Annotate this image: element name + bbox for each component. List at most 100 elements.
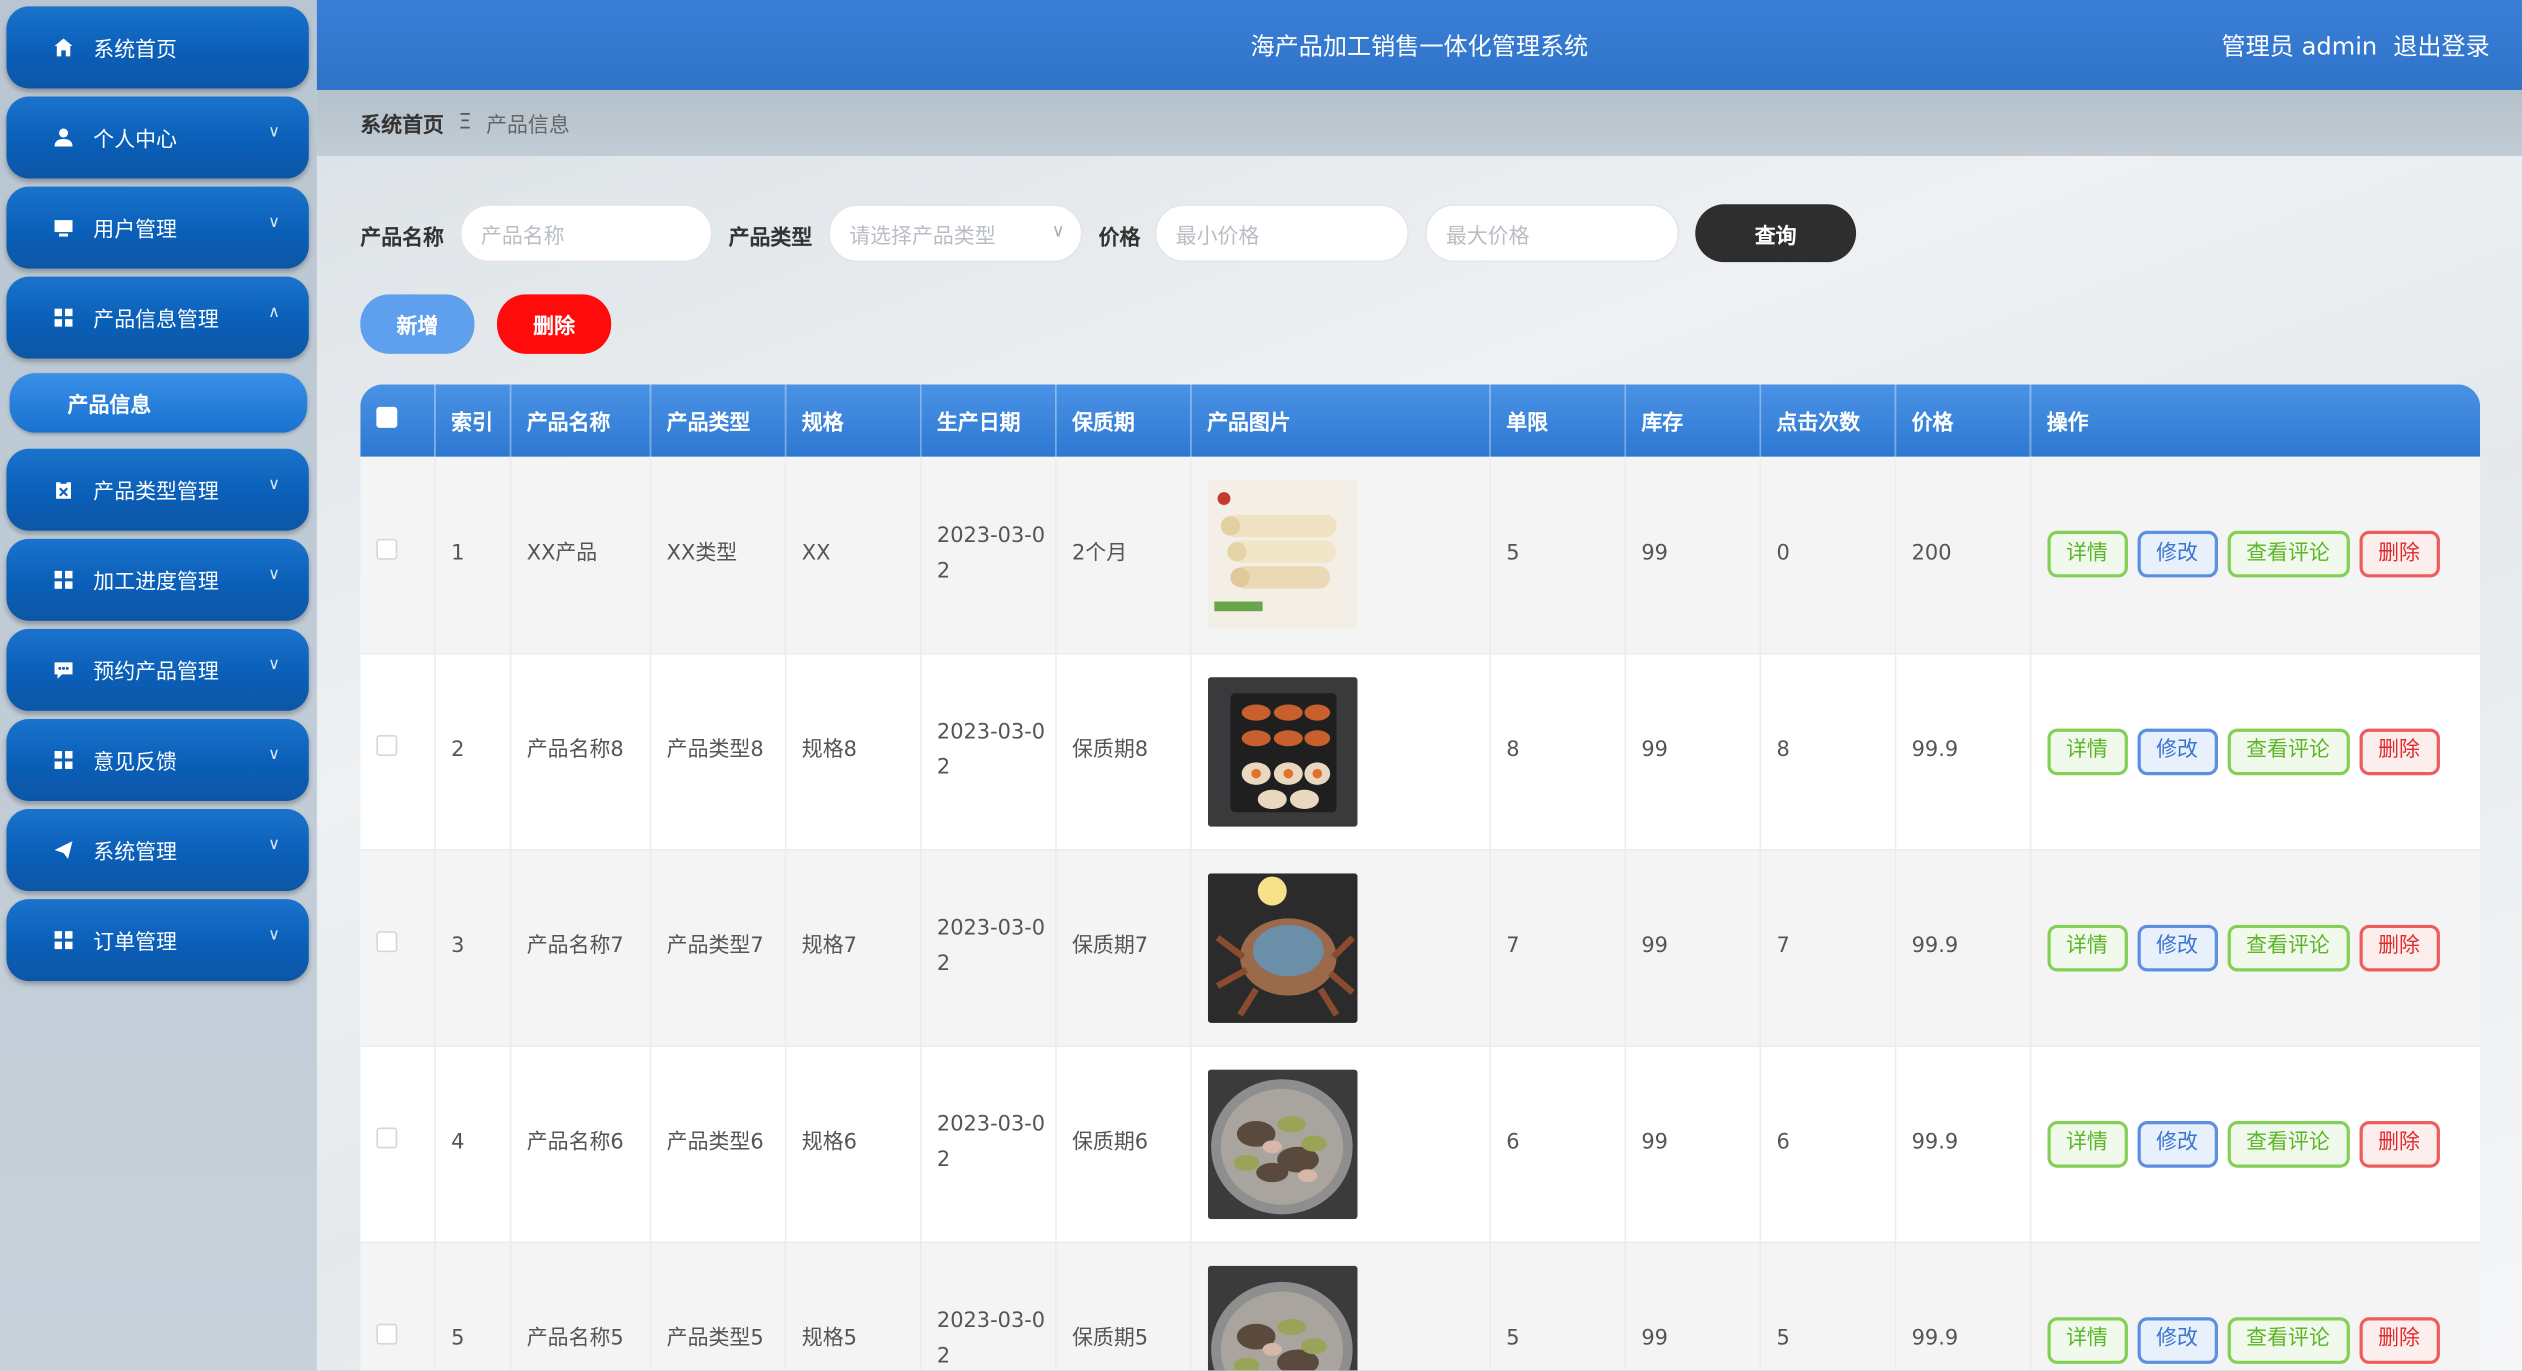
min-price-input[interactable]: 最小价格 xyxy=(1154,204,1409,263)
delete-row-button[interactable]: 删除 xyxy=(2358,1316,2440,1364)
sidebar-item-system-management[interactable]: 系统管理 ∨ xyxy=(6,809,309,892)
edit-button[interactable]: 修改 xyxy=(2136,924,2218,971)
cell-product-image xyxy=(1190,1241,1491,1371)
cell-price: 200 xyxy=(1894,456,2031,654)
cell-operations: 详情 修改 查看评论 删除 xyxy=(2029,456,2481,654)
cell-index: 3 xyxy=(434,849,511,1047)
detail-button[interactable]: 详情 xyxy=(2046,531,2128,578)
cell-index: 5 xyxy=(434,1241,511,1371)
view-reviews-button[interactable]: 查看评论 xyxy=(2226,1120,2350,1167)
detail-button[interactable]: 详情 xyxy=(2046,1120,2128,1167)
edit-button[interactable]: 修改 xyxy=(2136,1316,2218,1364)
sidebar-subitem-product-info[interactable]: 产品信息 xyxy=(9,373,308,433)
view-reviews-button[interactable]: 查看评论 xyxy=(2226,727,2350,775)
cell-shelf-life: 2个月 xyxy=(1055,456,1192,654)
sidebar-item-order-management[interactable]: 订单管理 ∨ xyxy=(6,899,309,982)
sidebar-item-reservation[interactable]: 预约产品管理 ∨ xyxy=(6,628,309,711)
chevron-up-icon: ∧ xyxy=(268,303,280,322)
table-row: 1 XX产品 XX类型 XX 2023-03-02 2个月 5 99 0 200 详情 修改 查看评论删… xyxy=(360,456,2481,654)
cell-product-name: XX产品 xyxy=(509,456,651,654)
column-header: 保质期 xyxy=(1055,384,1192,457)
row-checkbox[interactable] xyxy=(376,735,398,756)
sidebar-item-label: 系统管理 xyxy=(93,841,177,866)
cell-price: 99.9 xyxy=(1894,1045,2031,1243)
row-checkbox[interactable] xyxy=(376,538,398,560)
cell-stock: 99 xyxy=(1624,456,1761,654)
sidebar-item-label: 产品类型管理 xyxy=(93,480,219,506)
delete-row-button[interactable]: 删除 xyxy=(2358,924,2440,971)
edit-button[interactable]: 修改 xyxy=(2136,531,2218,578)
cell-product-name: 产品名称7 xyxy=(509,849,651,1047)
current-user: 管理员 admin xyxy=(2221,32,2378,62)
sidebar-item-product-type-management[interactable]: 产品类型管理 ∨ xyxy=(6,448,309,531)
sidebar-item-feedback[interactable]: 意见反馈 ∨ xyxy=(6,718,309,801)
view-reviews-button[interactable]: 查看评论 xyxy=(2226,531,2350,578)
cell-clicks: 0 xyxy=(1759,456,1896,654)
cell-limit: 5 xyxy=(1489,456,1626,654)
cell-clicks: 8 xyxy=(1759,653,1896,851)
batch-delete-button[interactable]: 删除 xyxy=(496,294,612,354)
app-title: 海产品加工销售一体化管理系统 xyxy=(1250,32,1589,62)
cell-stock: 99 xyxy=(1624,653,1761,851)
cell-limit: 5 xyxy=(1489,1241,1626,1371)
cell-operations: 详情 修改 查看评论 删除 xyxy=(2029,1241,2481,1371)
add-button[interactable]: 新增 xyxy=(360,294,475,354)
select-all-cell xyxy=(360,384,436,457)
cell-shelf-life: 保质期7 xyxy=(1055,849,1192,1047)
product-image xyxy=(1207,479,1357,630)
cell-limit: 6 xyxy=(1489,1045,1626,1243)
delete-row-button[interactable]: 删除 xyxy=(2358,727,2440,775)
product-name-placeholder: 产品名称 xyxy=(480,224,565,249)
view-reviews-button[interactable]: 查看评论 xyxy=(2226,1316,2350,1364)
min-price-placeholder: 最小价格 xyxy=(1175,224,1260,249)
delete-row-button[interactable]: 删除 xyxy=(2358,531,2440,578)
chevron-down-icon: ∨ xyxy=(268,836,280,855)
cell-limit: 8 xyxy=(1489,653,1626,851)
cell-clicks: 6 xyxy=(1759,1045,1896,1243)
detail-button[interactable]: 详情 xyxy=(2046,924,2128,971)
max-price-input[interactable]: 最大价格 xyxy=(1425,204,1680,263)
sidebar-item-label: 系统首页 xyxy=(93,38,177,63)
product-type-select[interactable]: 请选择产品类型 ∨ xyxy=(828,204,1083,263)
sidebar-item-user-management[interactable]: 用户管理 ∨ xyxy=(6,186,309,269)
cell-index: 4 xyxy=(434,1045,511,1243)
column-header: 索引 xyxy=(434,384,511,457)
cell-product-image xyxy=(1190,1045,1491,1243)
cell-product-type: 产品类型8 xyxy=(649,653,786,851)
row-checkbox[interactable] xyxy=(376,1323,398,1345)
cell-product-type: XX类型 xyxy=(649,456,786,654)
sidebar-item-product-info-management[interactable]: 产品信息管理 ∧ xyxy=(6,276,309,359)
cell-index: 2 xyxy=(434,653,511,851)
home-icon xyxy=(51,36,74,59)
table-row: 3 产品名称7 产品类型7 规格7 2023-03-02 保质期7 7 99 7 99.9 详情 修改… xyxy=(360,849,2481,1047)
delete-row-button[interactable]: 删除 xyxy=(2358,1120,2440,1167)
sidebar-item-personal-center[interactable]: 个人中心 ∨ xyxy=(6,96,309,179)
cell-spec: 规格5 xyxy=(784,1241,921,1371)
breadcrumb-home[interactable]: 系统首页 xyxy=(360,108,444,138)
cell-limit: 7 xyxy=(1489,849,1626,1047)
row-checkbox[interactable] xyxy=(376,931,398,953)
send-icon xyxy=(51,839,74,862)
sidebar-item-home[interactable]: 系统首页 xyxy=(6,6,309,89)
product-name-input[interactable]: 产品名称 xyxy=(460,204,713,263)
view-reviews-button[interactable]: 查看评论 xyxy=(2226,924,2350,971)
grid-icon xyxy=(51,569,74,592)
row-checkbox[interactable] xyxy=(376,1127,398,1149)
query-button[interactable]: 查询 xyxy=(1695,204,1857,263)
product-type-label: 产品类型 xyxy=(728,226,813,251)
grid-icon xyxy=(51,306,74,329)
detail-button[interactable]: 详情 xyxy=(2046,1316,2128,1364)
select-all-checkbox[interactable] xyxy=(376,406,398,428)
row-select-cell xyxy=(360,653,436,851)
edit-button[interactable]: 修改 xyxy=(2136,1120,2218,1167)
logout-link[interactable]: 退出登录 xyxy=(2393,29,2490,63)
detail-button[interactable]: 详情 xyxy=(2046,727,2128,775)
grid-icon xyxy=(51,929,74,952)
cell-spec: 规格8 xyxy=(784,653,921,851)
sidebar-item-processing-progress[interactable]: 加工进度管理 ∨ xyxy=(6,538,309,621)
column-header: 库存 xyxy=(1624,384,1761,457)
product-image xyxy=(1207,872,1357,1023)
sidebar-item-label: 个人中心 xyxy=(93,128,177,153)
column-header: 产品类型 xyxy=(649,384,786,457)
edit-button[interactable]: 修改 xyxy=(2136,727,2218,775)
